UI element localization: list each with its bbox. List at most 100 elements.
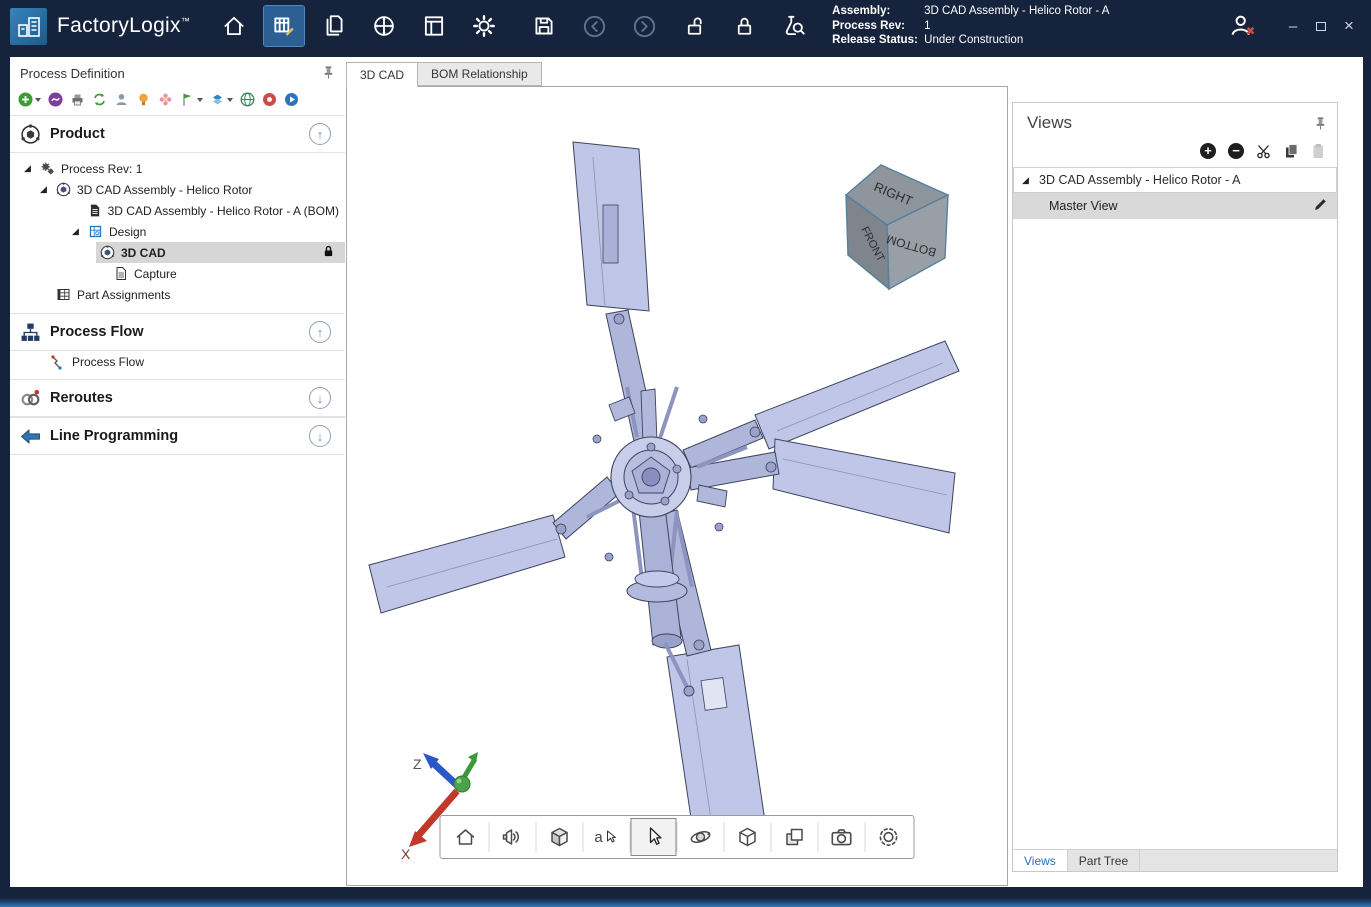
- process-definition-panel: Process Definition: [10, 57, 345, 887]
- flag-button[interactable]: [180, 92, 203, 107]
- process-definition-button[interactable]: [264, 6, 304, 46]
- bulb-button[interactable]: [136, 92, 151, 107]
- expander-icon[interactable]: ◢: [72, 226, 82, 237]
- lock-icon: [732, 14, 757, 39]
- user-logout-button[interactable]: [1221, 6, 1265, 46]
- add-button[interactable]: [18, 92, 41, 107]
- expand-line-programming-button[interactable]: ↓: [309, 425, 331, 447]
- remove-view-button[interactable]: −: [1228, 143, 1244, 159]
- assembly-label: Assembly:: [832, 4, 924, 19]
- expander-icon[interactable]: ◢: [1022, 175, 1032, 186]
- collapse-product-button[interactable]: ↑: [309, 123, 331, 145]
- copy-view-button[interactable]: [1284, 143, 1299, 159]
- layers-button[interactable]: [210, 92, 233, 107]
- section-product[interactable]: Product ↑: [10, 115, 345, 153]
- section-process-flow[interactable]: Process Flow ↑: [10, 313, 345, 351]
- collapse-process-flow-button[interactable]: ↑: [309, 321, 331, 343]
- 3d-viewport[interactable]: RIGHT FRONT BOTTOM Z X: [346, 86, 1008, 886]
- axis-x-label: X: [401, 846, 411, 862]
- product-icon: [20, 124, 41, 145]
- pin-icon[interactable]: [322, 65, 335, 82]
- cad-3d-icon: [100, 245, 115, 260]
- shaded-view-button[interactable]: [537, 818, 583, 856]
- window-controls: – ×: [1221, 6, 1363, 46]
- gear-icon: [876, 824, 902, 850]
- tree-item-capture[interactable]: Capture: [10, 263, 345, 284]
- pin-icon[interactable]: [1314, 115, 1327, 135]
- layers-icon: [783, 825, 807, 849]
- orientation-cube[interactable]: RIGHT FRONT BOTTOM: [846, 165, 948, 289]
- forward-icon: [631, 13, 658, 40]
- section-reroutes[interactable]: Reroutes ↓: [10, 379, 345, 417]
- tree-item-part-assignments[interactable]: Part Assignments: [10, 284, 345, 305]
- sync-button[interactable]: [92, 92, 107, 107]
- vortex-button[interactable]: [48, 92, 63, 107]
- report-icon: [421, 13, 447, 39]
- paste-icon: [1311, 143, 1325, 159]
- assembly-info: Assembly:3D CAD Assembly - Helico Rotor …: [832, 4, 1109, 48]
- tab-part-tree[interactable]: Part Tree: [1068, 850, 1140, 871]
- section-line-programming[interactable]: Line Programming ↓: [10, 417, 345, 455]
- views-tree-master-view[interactable]: Master View: [1013, 193, 1337, 219]
- annotate-button[interactable]: a: [584, 818, 630, 856]
- tab-views[interactable]: Views: [1013, 850, 1068, 871]
- section-reroutes-label: Reroutes: [50, 390, 113, 406]
- reports-button[interactable]: [414, 6, 454, 46]
- orbit-tool-button[interactable]: [678, 818, 724, 856]
- add-view-button[interactable]: +: [1200, 143, 1216, 159]
- scissors-icon: [1256, 144, 1272, 159]
- maximize-button[interactable]: [1307, 13, 1335, 39]
- rotor-model[interactable]: RIGHT FRONT BOTTOM Z X: [347, 87, 1008, 886]
- lock-button[interactable]: [724, 6, 764, 46]
- save-button[interactable]: [524, 6, 564, 46]
- views-panel: Views + − ◢: [1012, 102, 1338, 872]
- tree-item-process-rev[interactable]: ◢ Process Rev: 1: [10, 158, 345, 179]
- home-button[interactable]: [214, 6, 254, 46]
- documents-button[interactable]: [314, 6, 354, 46]
- play-button[interactable]: [284, 92, 299, 107]
- views-panel-tabs: Views Part Tree: [1013, 849, 1337, 871]
- views-tree-root[interactable]: ◢ 3D CAD Assembly - Helico Rotor - A: [1013, 167, 1337, 193]
- navigation-button[interactable]: [364, 6, 404, 46]
- cut-view-button[interactable]: [1256, 144, 1272, 159]
- select-tool-button[interactable]: [631, 818, 677, 856]
- edit-pencil-icon[interactable]: [1313, 197, 1328, 215]
- expand-reroutes-button[interactable]: ↓: [309, 387, 331, 409]
- view-direction-button[interactable]: [490, 818, 536, 856]
- snapshot-button[interactable]: [819, 818, 865, 856]
- tree-item-3d-cad[interactable]: 3D CAD: [96, 242, 345, 263]
- viewport-toolbar: a: [440, 815, 915, 859]
- views-toolbar: + −: [1013, 137, 1337, 167]
- view-home-button[interactable]: [443, 818, 489, 856]
- isolate-button[interactable]: [725, 818, 771, 856]
- print-button[interactable]: [70, 92, 85, 107]
- process-flow-item[interactable]: Process Flow: [10, 351, 345, 373]
- back-button[interactable]: [574, 6, 614, 46]
- paste-view-button[interactable]: [1311, 143, 1325, 159]
- section-view-button[interactable]: [772, 818, 818, 856]
- close-button[interactable]: ×: [1335, 13, 1363, 39]
- forward-button[interactable]: [624, 6, 664, 46]
- user-x-icon: [1228, 11, 1258, 41]
- flower-button[interactable]: [158, 92, 173, 107]
- expander-icon[interactable]: ◢: [40, 184, 50, 195]
- section-product-label: Product: [50, 126, 105, 142]
- expander-icon[interactable]: ◢: [24, 163, 34, 174]
- viewport-settings-button[interactable]: [866, 818, 912, 856]
- tree-item-design[interactable]: ◢ Design: [10, 221, 345, 242]
- tab-bom-relationship[interactable]: BOM Relationship: [417, 62, 542, 86]
- section-line-programming-label: Line Programming: [50, 428, 178, 444]
- globe-button[interactable]: [240, 92, 255, 107]
- settings-button[interactable]: [464, 6, 504, 46]
- inspection-button[interactable]: [774, 6, 814, 46]
- gears-icon: [40, 161, 55, 176]
- tab-3d-cad[interactable]: 3D CAD: [346, 62, 418, 87]
- tree-item-bom[interactable]: 3D CAD Assembly - Helico Rotor - A (BOM): [10, 200, 345, 221]
- main-area: 3D CAD BOM Relationship: [345, 57, 1363, 887]
- record-button[interactable]: [262, 92, 277, 107]
- wireframe-box-icon: [736, 825, 760, 849]
- user-button[interactable]: [114, 92, 129, 107]
- tree-item-assembly[interactable]: ◢ 3D CAD Assembly - Helico Rotor: [10, 179, 345, 200]
- minimize-button[interactable]: –: [1279, 13, 1307, 39]
- unlock-button[interactable]: [674, 6, 714, 46]
